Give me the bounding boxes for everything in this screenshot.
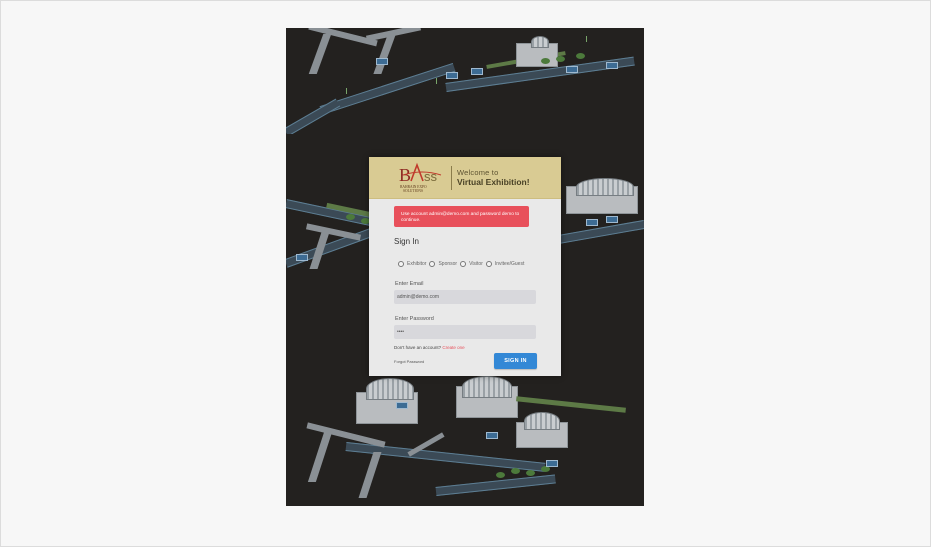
sign-in-title: Sign In (394, 237, 419, 246)
signup-prompt: Don't have an account? Create one (394, 345, 561, 350)
bass-logo-graphic: B ss BAHRAIN EXPO SOLUTIONS (399, 162, 442, 193)
bass-logo: B ss BAHRAIN EXPO SOLUTIONS (397, 161, 447, 195)
card-header: B ss BAHRAIN EXPO SOLUTIONS Welcome to V… (369, 157, 561, 199)
svg-text:B: B (399, 165, 411, 185)
email-input[interactable] (394, 290, 536, 304)
expo-scene-band-bottom (286, 372, 644, 506)
password-input[interactable] (394, 325, 536, 339)
email-label: Enter Email (395, 281, 424, 287)
password-label: Enter Password (395, 316, 434, 322)
demo-credentials-alert: Use account admin@demo.com and password … (394, 206, 529, 227)
login-card: B ss BAHRAIN EXPO SOLUTIONS Welcome to V… (369, 157, 561, 376)
signup-prompt-text: Don't have an account? (394, 345, 442, 350)
radio-exhibitor-label[interactable]: Exhibitor (407, 261, 426, 267)
radio-visitor-label[interactable]: Visitor (469, 261, 483, 267)
expo-scene-band-top (286, 28, 644, 134)
radio-invitee-guest[interactable] (485, 260, 492, 267)
radio-invitee-guest-label[interactable]: Invitee/Guest (495, 261, 524, 267)
radio-sponsor[interactable] (429, 260, 436, 267)
header-divider (451, 165, 452, 190)
role-radio-group: Exhibitor Sponsor Visitor Invitee/Guest (398, 259, 561, 268)
radio-exhibitor[interactable] (398, 260, 404, 267)
sign-in-button[interactable]: SIGN IN (494, 353, 537, 369)
create-account-link[interactable]: Create one (442, 345, 464, 350)
svg-text:ss: ss (424, 169, 438, 184)
welcome-line-1: Welcome to (457, 168, 499, 177)
radio-sponsor-label[interactable]: Sponsor (438, 261, 457, 267)
welcome-line-2: Virtual Exhibition! (457, 176, 530, 187)
radio-visitor[interactable] (460, 260, 467, 267)
forgot-password-link[interactable]: Forgot Password (394, 359, 424, 364)
svg-text:SOLUTIONS: SOLUTIONS (403, 189, 423, 193)
welcome-text: Welcome to Virtual Exhibition! (457, 169, 530, 186)
